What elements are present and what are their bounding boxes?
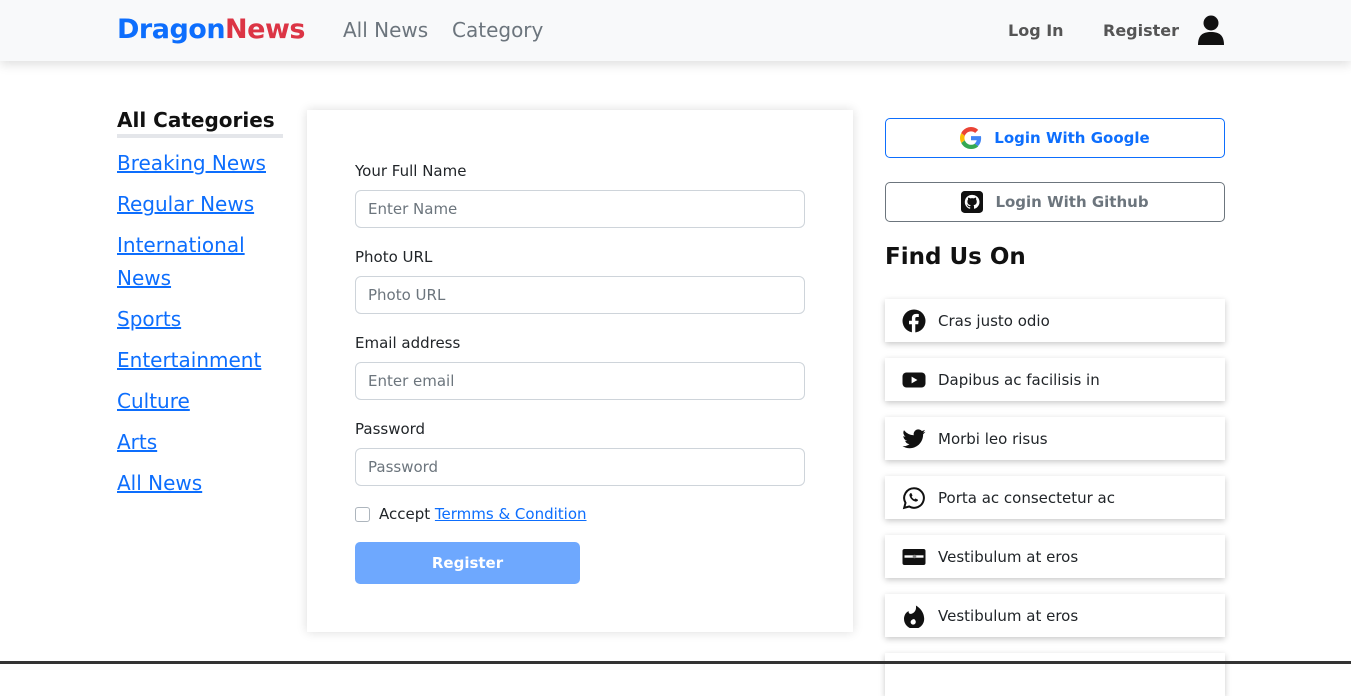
github-label: Login With Github	[995, 193, 1149, 211]
category-item: Breaking News	[117, 148, 287, 181]
social-item-twitter[interactable]: Morbi leo risus	[885, 417, 1225, 460]
social-label: Porta ac consectetur ac	[938, 488, 1115, 507]
find-us-heading: Find Us On	[885, 244, 1026, 270]
photo-url-label: Photo URL	[355, 248, 433, 266]
youtube-icon	[902, 368, 926, 392]
accept-label: Accept	[379, 505, 431, 523]
password-label: Password	[355, 420, 426, 438]
terms-link[interactable]: Termms & Condition	[435, 505, 587, 523]
category-item: Regular News	[117, 189, 287, 222]
nav-category[interactable]: Category	[452, 18, 543, 42]
full-name-label: Your Full Name	[355, 162, 467, 180]
email-input[interactable]: Enter email	[355, 362, 805, 400]
social-label: Dapibus ac facilisis in	[938, 370, 1100, 389]
tinder-icon	[902, 604, 926, 628]
category-item: All News	[117, 468, 287, 501]
social-item-facebook[interactable]: Cras justo odio	[885, 299, 1225, 342]
social-label: Vestibulum at eros	[938, 606, 1079, 625]
category-link-regular-news[interactable]: Regular News	[117, 192, 254, 216]
accept-terms-checkbox[interactable]	[355, 507, 370, 522]
social-item-youtube[interactable]: Dapibus ac facilisis in	[885, 358, 1225, 401]
category-list: Breaking News Regular News International…	[117, 148, 287, 501]
category-link-all-news[interactable]: All News	[117, 471, 202, 495]
login-github-button[interactable]: Login With Github	[885, 182, 1225, 222]
social-label: Cras justo odio	[938, 311, 1050, 330]
category-item: International News	[117, 230, 287, 296]
category-link-culture[interactable]: Culture	[117, 389, 190, 413]
email-label: Email address	[355, 334, 461, 352]
category-item: Entertainment	[117, 345, 287, 378]
discover-icon	[902, 545, 926, 569]
whatsapp-icon	[902, 486, 926, 510]
register-button[interactable]: Register	[355, 542, 580, 584]
facebook-icon	[902, 309, 926, 333]
social-label: Morbi leo risus	[938, 429, 1048, 448]
social-item-partial[interactable]	[885, 653, 1225, 696]
brand-logo[interactable]: DragonNews	[117, 14, 305, 45]
category-sidebar: All Categories Breaking News Regular New…	[117, 108, 287, 509]
category-item: Culture	[117, 386, 287, 419]
social-label: Vestibulum at eros	[938, 547, 1079, 566]
github-icon	[961, 191, 984, 213]
category-link-breaking-news[interactable]: Breaking News	[117, 151, 266, 175]
password-input[interactable]: Password	[355, 448, 805, 486]
login-google-button[interactable]: Login With Google	[885, 118, 1225, 158]
accept-terms-text: Accept Termms & Condition	[379, 505, 587, 523]
social-item-tinder[interactable]: Vestibulum at eros	[885, 594, 1225, 637]
full-name-input[interactable]: Enter Name	[355, 190, 805, 228]
social-item-discover[interactable]: Vestibulum at eros	[885, 535, 1225, 578]
categories-heading: All Categories	[117, 108, 283, 138]
user-avatar-icon[interactable]	[1197, 15, 1225, 45]
register-form-card: Your Full Name Enter Name Photo URL Phot…	[307, 110, 853, 632]
google-icon	[960, 127, 982, 149]
category-link-sports[interactable]: Sports	[117, 307, 181, 331]
category-link-entertainment[interactable]: Entertainment	[117, 348, 261, 372]
category-item: Sports	[117, 304, 287, 337]
photo-url-input[interactable]: Photo URL	[355, 276, 805, 314]
nav-all-news[interactable]: All News	[343, 18, 428, 42]
register-link[interactable]: Register	[1103, 21, 1179, 40]
social-item-whatsapp[interactable]: Porta ac consectetur ac	[885, 476, 1225, 519]
top-navbar: DragonNews All News Category Log In Regi…	[0, 0, 1351, 61]
category-item: Arts	[117, 427, 287, 460]
category-link-arts[interactable]: Arts	[117, 430, 157, 454]
twitter-icon	[902, 427, 926, 451]
google-label: Login With Google	[994, 129, 1150, 147]
login-link[interactable]: Log In	[1008, 21, 1064, 40]
category-link-international-news[interactable]: International News	[117, 233, 245, 290]
